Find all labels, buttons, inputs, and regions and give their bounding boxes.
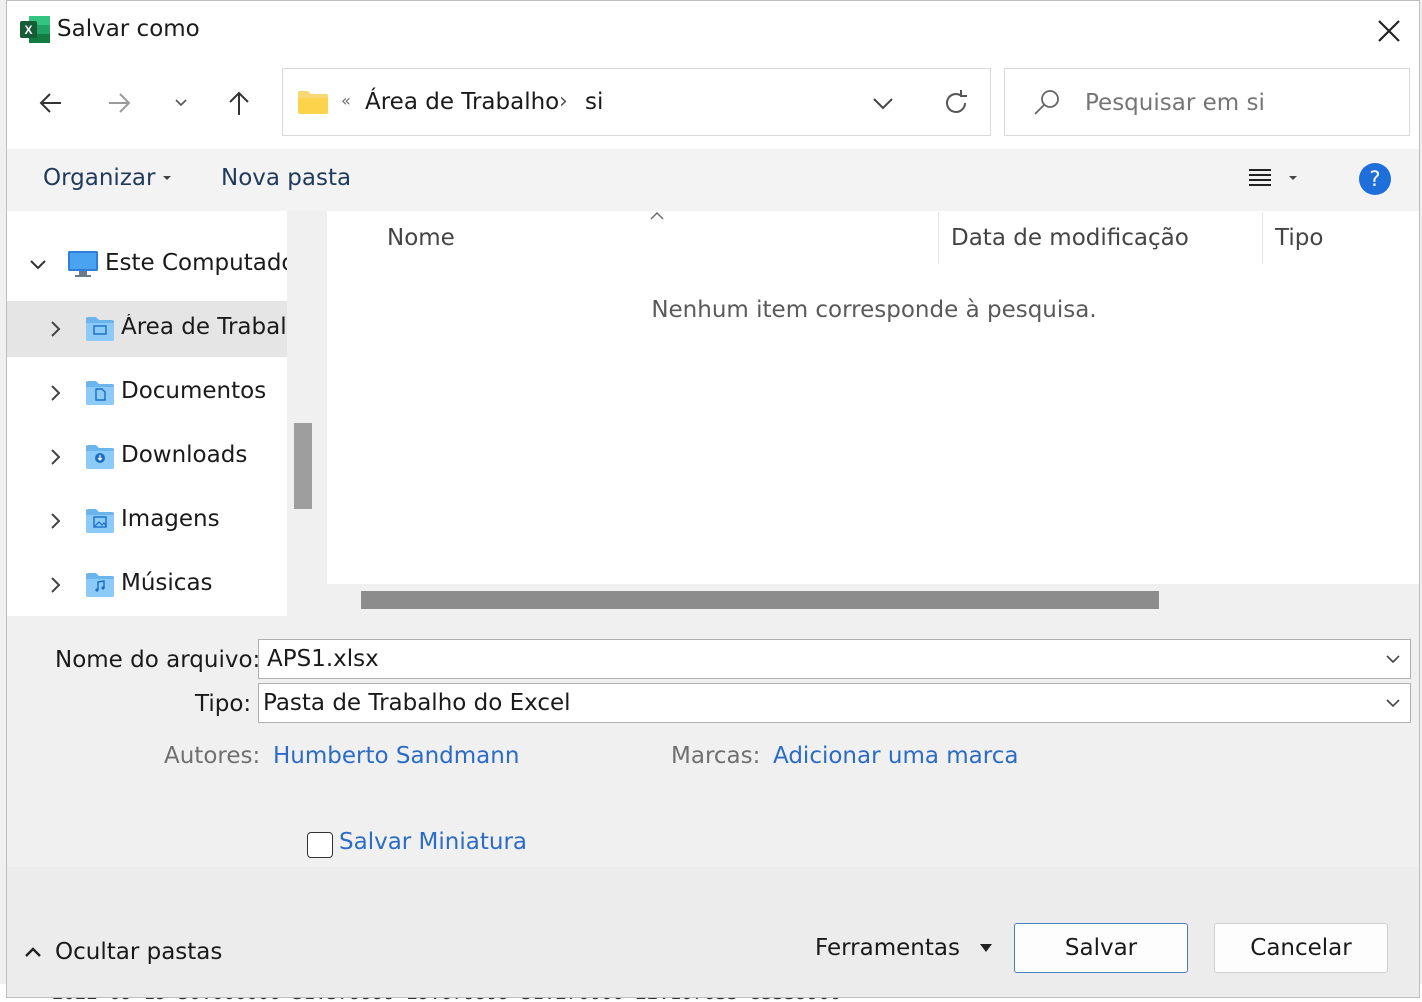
command-bar: Organizar Nova pasta ? — [7, 149, 1419, 211]
address-separator[interactable]: › — [559, 89, 568, 114]
recent-locations-button[interactable] — [161, 83, 201, 123]
chevron-right-icon[interactable] — [43, 317, 67, 341]
arrow-up-icon — [229, 91, 249, 115]
pane-splitter[interactable] — [319, 211, 327, 616]
forward-button[interactable] — [99, 83, 139, 123]
music-folder-icon — [86, 573, 114, 597]
new-folder-button[interactable]: Nova pasta — [221, 165, 351, 191]
pictures-folder-icon — [86, 509, 114, 533]
tags-label: Marcas: — [671, 743, 761, 769]
type-label: Tipo: — [195, 691, 252, 717]
tools-label: Ferramentas — [815, 935, 960, 961]
navigation-pane: Este Computador Área de Trabalho Document… — [7, 211, 319, 616]
sort-ascending-icon — [650, 212, 664, 220]
chevron-up-icon — [25, 947, 41, 957]
tree-item[interactable]: Área de Trabalho — [7, 301, 287, 357]
filename-label: Nome do arquivo: — [55, 647, 261, 673]
downloads-folder-icon — [86, 445, 114, 469]
search-box[interactable] — [1004, 68, 1410, 136]
documents-folder-icon — [86, 381, 114, 405]
tree-item-label: Área de Trabalho — [121, 314, 287, 340]
tree-item-label: Músicas — [121, 570, 213, 596]
type-combobox[interactable]: Pasta de Trabalho do Excel — [258, 683, 1411, 723]
type-value[interactable]: Pasta de Trabalho do Excel — [263, 690, 571, 716]
address-overflow[interactable]: « — [341, 91, 351, 110]
authors-label: Autores: — [164, 743, 261, 769]
chevron-down-icon[interactable] — [27, 255, 49, 275]
tree-item[interactable]: Imagens — [7, 493, 287, 549]
chevron-down-icon[interactable] — [1384, 694, 1402, 712]
filename-value[interactable]: APS1.xlsx — [267, 646, 379, 672]
save-as-dialog: X Salvar como « Área de Trabalho › si Pe… — [6, 0, 1420, 998]
chevron-right-icon[interactable] — [43, 445, 67, 469]
view-options-button[interactable] — [1247, 165, 1299, 191]
arrow-right-icon — [109, 93, 131, 113]
save-thumbnail-checkbox[interactable] — [307, 832, 333, 858]
cancel-button[interactable]: Cancelar — [1214, 923, 1388, 973]
column-header-date[interactable]: Data de modificação — [951, 225, 1189, 251]
filename-combobox[interactable]: APS1.xlsx — [258, 639, 1411, 679]
column-header-type[interactable]: Tipo — [1275, 225, 1323, 251]
close-icon — [1378, 20, 1400, 42]
chevron-right-icon[interactable] — [43, 573, 67, 597]
dialog-title: Salvar como — [57, 16, 200, 42]
back-button[interactable] — [31, 83, 71, 123]
file-list-scrollbar-thumb[interactable] — [361, 591, 1159, 609]
hide-folders-button[interactable]: Ocultar pastas — [23, 939, 222, 965]
address-segment-current[interactable]: si — [585, 89, 603, 115]
chevron-right-icon[interactable] — [43, 509, 67, 533]
tree-item[interactable]: Downloads — [7, 429, 287, 485]
refresh-button[interactable] — [939, 86, 973, 120]
add-tag-link[interactable]: Adicionar uma marca — [773, 743, 1018, 769]
address-segment-desktop[interactable]: Área de Trabalho — [365, 89, 559, 115]
dialog-footer — [7, 867, 1419, 997]
hide-folders-label: Ocultar pastas — [55, 939, 223, 965]
folder-icon — [298, 91, 328, 114]
tools-menu[interactable]: Ferramentas — [815, 935, 994, 961]
caret-down-icon — [1289, 176, 1297, 180]
search-icon — [1034, 90, 1059, 115]
save-thumbnail-label[interactable]: Salvar Miniatura — [339, 829, 527, 855]
authors-value[interactable]: Humberto Sandmann — [273, 743, 519, 769]
desktop-folder-icon — [86, 317, 114, 341]
arrow-left-icon — [39, 93, 61, 113]
file-list[interactable] — [327, 211, 1419, 584]
column-divider[interactable] — [1262, 212, 1263, 264]
excel-icon: X — [19, 15, 51, 45]
caret-down-icon — [163, 176, 172, 180]
organize-menu[interactable]: Organizar — [43, 165, 173, 191]
tree-item-this-pc[interactable]: Este Computador — [7, 237, 287, 293]
tree-item[interactable]: Músicas — [7, 557, 287, 613]
empty-message: Nenhum item corresponde à pesquisa. — [651, 297, 1097, 323]
column-header-name[interactable]: Nome — [387, 225, 455, 251]
close-button[interactable] — [1371, 13, 1407, 49]
chevron-down-icon[interactable] — [1384, 650, 1402, 668]
list-view-icon — [1249, 169, 1271, 186]
navigation-scrollbar-thumb[interactable] — [294, 423, 312, 509]
column-divider[interactable] — [938, 212, 939, 264]
tree-item-label: Documentos — [121, 378, 267, 404]
svg-text:X: X — [24, 23, 32, 37]
tree-item-label: Downloads — [121, 442, 248, 468]
save-button[interactable]: Salvar — [1014, 923, 1188, 973]
tree-item[interactable]: Documentos — [7, 365, 287, 421]
computer-icon — [68, 251, 98, 277]
organize-label: Organizar — [43, 165, 156, 191]
caret-down-icon — [979, 944, 992, 952]
navigation-scrollbar[interactable] — [287, 211, 319, 616]
tree-item-label: Imagens — [121, 506, 220, 532]
help-button[interactable]: ? — [1359, 163, 1391, 195]
address-bar[interactable]: « Área de Trabalho › si — [282, 68, 991, 136]
address-dropdown-button[interactable] — [867, 87, 899, 119]
tree-root-label: Este Computador — [105, 250, 287, 276]
chevron-down-icon — [175, 99, 187, 107]
refresh-icon — [946, 90, 967, 113]
chevron-down-icon — [873, 98, 893, 110]
up-button[interactable] — [219, 83, 259, 123]
search-input[interactable] — [1083, 83, 1387, 123]
chevron-right-icon[interactable] — [43, 381, 67, 405]
